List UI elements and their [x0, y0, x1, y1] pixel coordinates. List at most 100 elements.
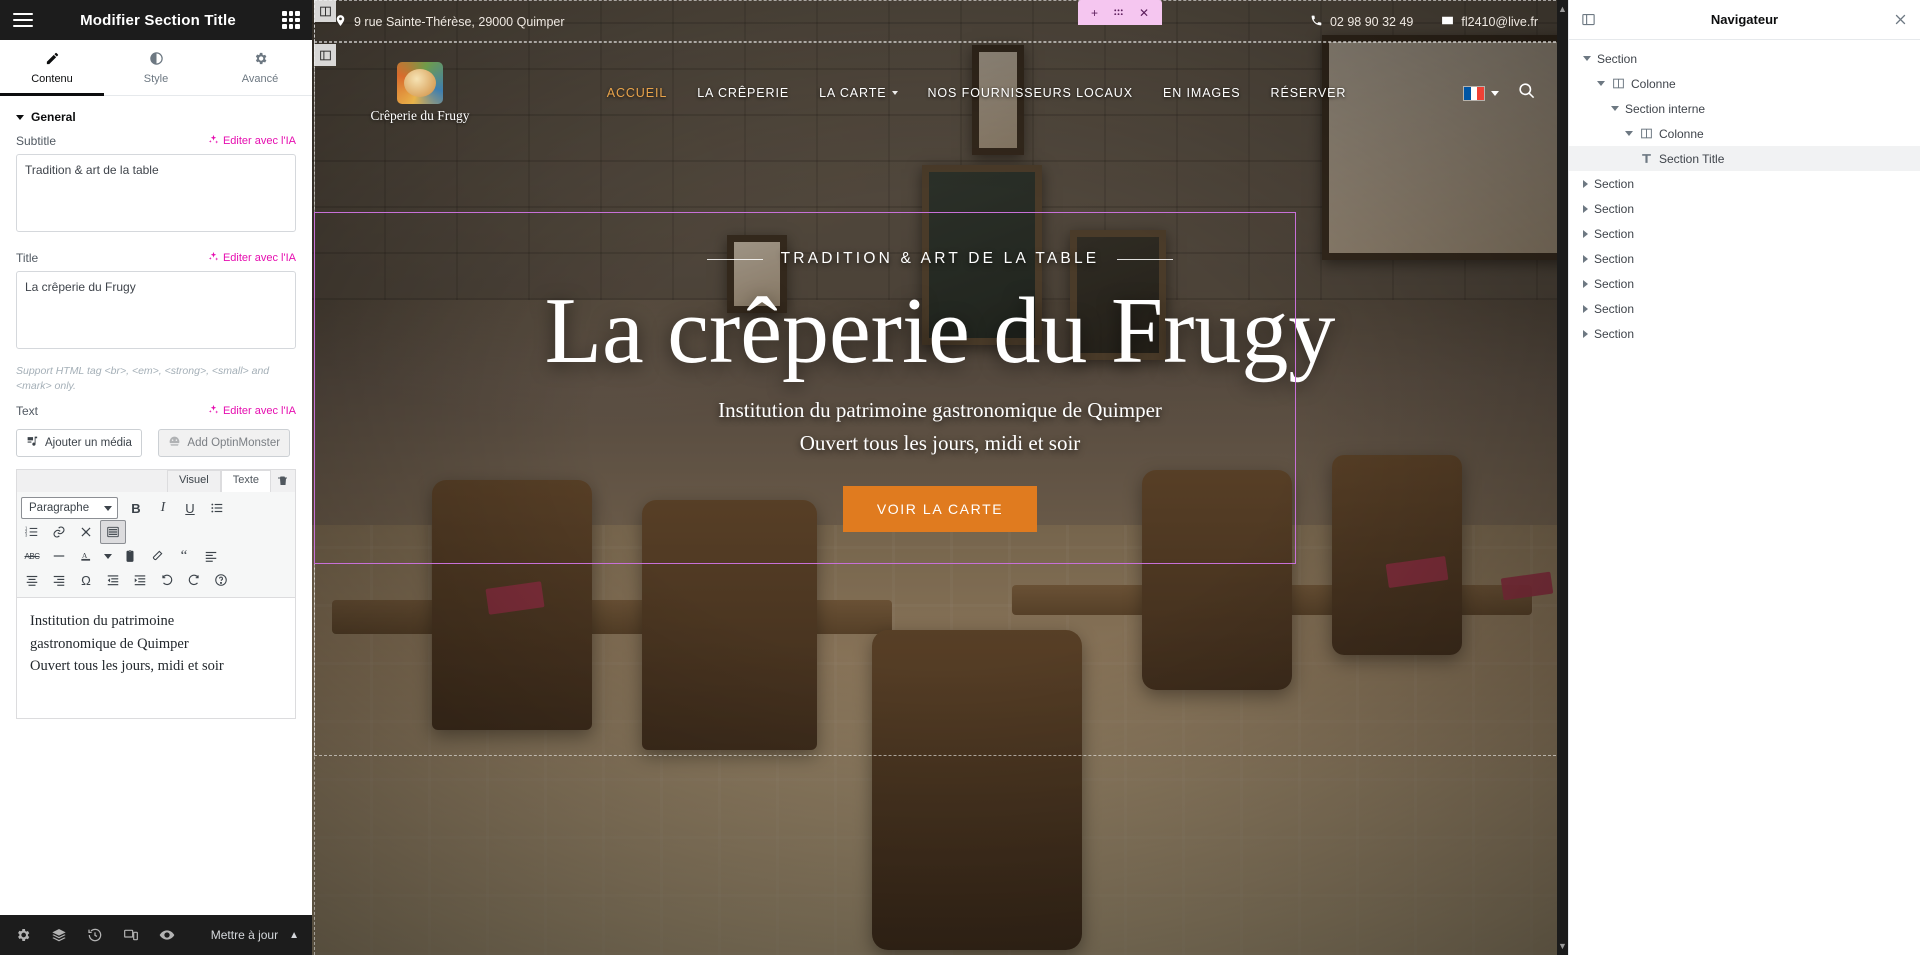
tree-item-colonne-2[interactable]: Colonne: [1569, 121, 1920, 146]
tree-item-section-6[interactable]: Section: [1569, 271, 1920, 296]
tree-item-section-interne[interactable]: Section interne: [1569, 96, 1920, 121]
strikethrough-icon[interactable]: ABC: [19, 544, 45, 568]
italic-icon[interactable]: I: [150, 496, 176, 520]
tree-item-colonne-1[interactable]: Colonne: [1569, 71, 1920, 96]
grid-dots-icon[interactable]: [280, 9, 302, 31]
align-right-icon[interactable]: [46, 568, 72, 592]
nav-item-la-carte[interactable]: LA CARTE: [819, 86, 898, 100]
editor-tab-visuel[interactable]: Visuel: [166, 470, 221, 493]
caret-down-icon[interactable]: [1597, 81, 1605, 86]
tree-item-section-1[interactable]: Section: [1569, 46, 1920, 71]
link-icon[interactable]: [46, 520, 72, 544]
history-clock-icon[interactable]: [78, 918, 112, 952]
tree-label-section-6: Section: [1594, 276, 1635, 291]
editor-tab-texte[interactable]: Texte: [220, 470, 271, 493]
hamburger-icon[interactable]: [10, 7, 36, 33]
redo-icon[interactable]: [181, 568, 207, 592]
caret-down-icon[interactable]: [1583, 56, 1591, 61]
tab-style[interactable]: Style: [104, 40, 208, 95]
gear-icon: [253, 51, 268, 69]
layers-icon[interactable]: [42, 918, 76, 952]
nav-item-nos-fournisseurs-locaux[interactable]: NOS FOURNISSEURS LOCAUX: [928, 86, 1133, 100]
search-icon[interactable]: [1517, 81, 1536, 105]
undo-icon[interactable]: [154, 568, 180, 592]
update-button[interactable]: Mettre à jour: [202, 928, 287, 942]
toolbar-toggle-icon[interactable]: [100, 520, 126, 545]
paste-text-icon[interactable]: [117, 544, 143, 568]
subtitle-ai-edit-link[interactable]: Editer avec l'IA: [208, 134, 296, 148]
section-edit-icon[interactable]: [314, 44, 336, 66]
scroll-up-arrow[interactable]: ▲: [1558, 4, 1567, 14]
tree-item-section-7[interactable]: Section: [1569, 296, 1920, 321]
special-character-icon[interactable]: Ω: [73, 568, 99, 592]
plus-icon[interactable]: +: [1091, 6, 1098, 20]
horizontal-rule-icon[interactable]: [46, 544, 72, 568]
editor-scroll-column[interactable]: ▲ ▼: [1557, 0, 1568, 955]
column-handle-icon[interactable]: [314, 0, 336, 22]
close-x-icon[interactable]: [1893, 12, 1908, 27]
bold-icon[interactable]: B: [123, 496, 149, 520]
site-brand[interactable]: Crêperie du Frugy: [350, 62, 490, 124]
close-x-icon[interactable]: ✕: [1139, 6, 1149, 20]
read-more-icon[interactable]: [73, 520, 99, 544]
tab-avance[interactable]: Avancé: [208, 40, 312, 95]
text-editor-content[interactable]: Institution du patrimoine gastronomique …: [17, 598, 295, 719]
topbar-email[interactable]: fl2410@live.fr: [1441, 14, 1538, 30]
nav-item-reserver[interactable]: RÉSERVER: [1271, 86, 1347, 100]
tree-item-section-4[interactable]: Section: [1569, 221, 1920, 246]
tree-item-section-title[interactable]: Section Title: [1569, 146, 1920, 171]
add-optinmonster-button[interactable]: Add OptinMonster: [158, 429, 291, 458]
scroll-down-arrow[interactable]: ▼: [1558, 941, 1567, 951]
text-color-icon[interactable]: A: [73, 544, 99, 568]
caret-down-icon[interactable]: [1625, 131, 1633, 136]
topbar-phone[interactable]: 02 98 90 32 49: [1310, 14, 1413, 30]
indent-icon[interactable]: [127, 568, 153, 592]
blockquote-icon[interactable]: “: [171, 544, 197, 568]
caret-right-icon[interactable]: [1583, 329, 1588, 338]
nav-item-accueil[interactable]: ACCUEIL: [607, 86, 667, 100]
tree-item-section-2[interactable]: Section: [1569, 171, 1920, 196]
color-dropdown-icon[interactable]: [100, 544, 116, 568]
caret-right-icon[interactable]: [1583, 254, 1588, 263]
tree-item-section-3[interactable]: Section: [1569, 196, 1920, 221]
outdent-icon[interactable]: [100, 568, 126, 592]
tab-contenu[interactable]: Contenu: [0, 40, 104, 96]
section-general-header[interactable]: General: [0, 96, 312, 134]
caret-up-icon[interactable]: ▲: [287, 930, 306, 941]
format-select[interactable]: Paragraphe: [21, 497, 118, 520]
nav-item-en-images[interactable]: EN IMAGES: [1163, 86, 1241, 100]
add-media-button[interactable]: Ajouter un média: [16, 429, 142, 458]
numbered-list-icon[interactable]: 123: [19, 520, 45, 544]
caret-down-icon[interactable]: [1611, 106, 1619, 111]
preview-eye-icon[interactable]: [150, 918, 184, 952]
toolbar-row-4: Ω: [19, 568, 293, 592]
editor-delete-icon[interactable]: [271, 470, 295, 492]
drag-handle-icon[interactable]: [1112, 6, 1125, 19]
title-ai-edit-link[interactable]: Editer avec l'IA: [208, 251, 296, 265]
tree-item-section-8[interactable]: Section: [1569, 321, 1920, 346]
hero-cta-button[interactable]: VOIR LA CARTE: [842, 485, 1038, 532]
hero-subtitle: TRADITION & ART DE LA TABLE: [780, 250, 1100, 267]
bullet-list-icon[interactable]: [204, 496, 230, 520]
text-ai-edit-link[interactable]: Editer avec l'IA: [208, 404, 296, 418]
settings-gear-icon[interactable]: [6, 918, 40, 952]
caret-right-icon[interactable]: [1583, 229, 1588, 238]
contrast-icon: [149, 51, 164, 69]
align-center-icon[interactable]: [19, 568, 45, 592]
caret-right-icon[interactable]: [1583, 279, 1588, 288]
caret-right-icon[interactable]: [1583, 204, 1588, 213]
responsive-device-icon[interactable]: [114, 918, 148, 952]
underline-icon[interactable]: U: [177, 496, 203, 520]
subtitle-input[interactable]: [16, 154, 296, 232]
clear-formatting-icon[interactable]: [144, 544, 170, 568]
nav-item-la-creperie[interactable]: LA CRÊPERIE: [697, 86, 789, 100]
caret-right-icon[interactable]: [1583, 304, 1588, 313]
language-switcher[interactable]: [1463, 85, 1499, 101]
site-preview[interactable]: + ✕ 9 rue Sainte-Thérèse, 29000 Quimper: [312, 0, 1568, 955]
tree-item-section-5[interactable]: Section: [1569, 246, 1920, 271]
title-input[interactable]: [16, 271, 296, 349]
caret-right-icon[interactable]: [1583, 179, 1588, 188]
column-icon: [1639, 127, 1653, 141]
align-left-icon[interactable]: [198, 544, 224, 568]
keyboard-shortcuts-icon[interactable]: [208, 568, 234, 592]
